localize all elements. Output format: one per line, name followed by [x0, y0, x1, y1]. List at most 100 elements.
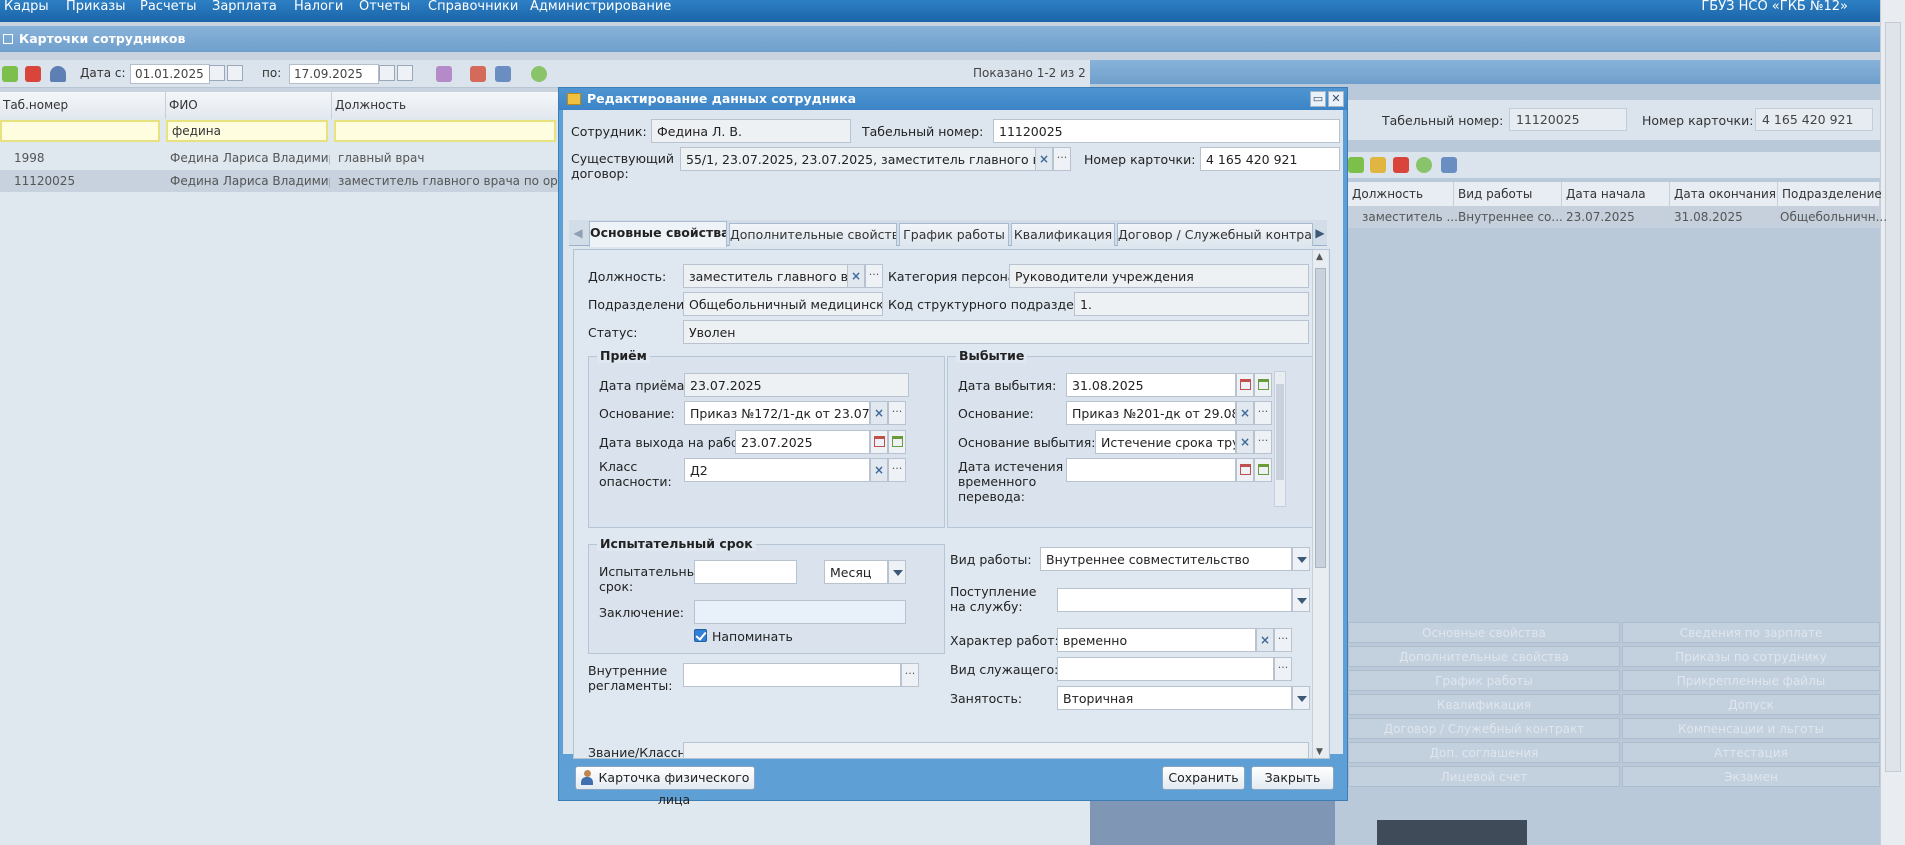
filter-tab-number[interactable] — [0, 120, 160, 142]
regulations-field[interactable] — [683, 663, 901, 687]
transfer-end-field[interactable] — [1066, 458, 1236, 482]
chevron-down-icon[interactable] — [1292, 547, 1310, 571]
hire-basis-field[interactable]: Приказ №172/1-дк от 23.07.2 — [684, 401, 870, 425]
clear-work-nature-icon[interactable]: × — [1256, 628, 1274, 652]
menu-item-salary[interactable]: Зарплата — [212, 0, 277, 14]
clear-position-icon[interactable]: × — [847, 264, 865, 288]
close-icon[interactable]: ✕ — [1328, 91, 1344, 107]
export-icon[interactable] — [495, 66, 511, 82]
leave-date-field[interactable]: 31.08.2025 — [1066, 373, 1236, 397]
conclusion-field[interactable] — [694, 600, 906, 624]
calendar-today-icon[interactable] — [397, 65, 413, 81]
calendar-today-icon[interactable] — [1254, 458, 1272, 482]
danger-class-field[interactable]: Д2 — [684, 458, 870, 482]
servant-type-select-button[interactable]: ··· — [1274, 657, 1292, 681]
scroll-up-icon[interactable]: ▲ — [1316, 252, 1323, 262]
person-card-button[interactable]: Карточка физического лица — [575, 766, 755, 807]
rp-tab-number-field[interactable]: 11120025 — [1509, 108, 1627, 131]
remind-checkbox[interactable] — [694, 629, 707, 642]
card-number-field[interactable]: 4 165 420 921 — [1200, 147, 1340, 171]
department-code-field[interactable]: 1. — [1074, 292, 1309, 316]
calendar-today-icon[interactable] — [1254, 373, 1272, 397]
hire-basis-select-button[interactable]: ··· — [888, 401, 906, 425]
rp-col-start[interactable]: Дата начала — [1562, 182, 1670, 206]
menu-item-taxes[interactable]: Налоги — [294, 0, 343, 14]
close-button[interactable]: Закрыть — [1251, 766, 1334, 790]
employment-select[interactable]: Вторичная — [1057, 686, 1292, 710]
date-from-field[interactable]: 01.01.2025 — [130, 64, 210, 84]
rp-col-end[interactable]: Дата окончания — [1670, 182, 1778, 206]
nav-compensations-button[interactable]: Компенсации и льготы — [1622, 718, 1880, 739]
delete-icon[interactable] — [1393, 157, 1409, 173]
export-icon[interactable] — [1441, 157, 1457, 173]
add-icon[interactable] — [2, 66, 18, 82]
menu-item-cadres[interactable]: Кадры — [4, 0, 49, 14]
column-header-fio[interactable]: ФИО — [166, 92, 332, 119]
rp-card-number-field[interactable]: 4 165 420 921 — [1755, 108, 1873, 131]
tab-contract[interactable]: Договор / Служебный контракт — [1117, 223, 1313, 246]
nav-contract-button[interactable]: Договор / Служебный контракт — [1348, 718, 1620, 739]
calendar-icon[interactable] — [379, 65, 395, 81]
column-header-position[interactable]: Должность — [332, 92, 560, 119]
calendar-icon[interactable] — [1236, 373, 1254, 397]
work-start-field[interactable]: 23.07.2025 — [735, 430, 870, 454]
rank-field[interactable] — [683, 742, 1309, 758]
nav-schedule-button[interactable]: График работы — [1348, 670, 1620, 691]
leave-reason-select-button[interactable]: ··· — [1254, 430, 1272, 454]
nav-additional-agreements-button[interactable]: Доп. соглашения — [1348, 742, 1620, 763]
work-type-select[interactable]: Внутреннее совместительство — [1040, 547, 1292, 571]
nav-access-button[interactable]: Допуск — [1622, 694, 1880, 715]
probation-period-field[interactable] — [694, 560, 797, 584]
filter-fio[interactable]: федина — [166, 120, 328, 142]
calendar-today-icon[interactable] — [888, 430, 906, 454]
menu-item-administration[interactable]: Администрирование — [530, 0, 671, 14]
position-select-button[interactable]: ··· — [865, 264, 883, 288]
scroll-down-icon[interactable]: ▼ — [1316, 747, 1323, 757]
position-field[interactable]: заместитель главного врача по — [683, 264, 849, 288]
menu-item-reports[interactable]: Отчеты — [359, 0, 410, 14]
table-row[interactable]: 1998 Федина Лариса Владимир... главный в… — [0, 147, 560, 169]
status-field[interactable]: Уволен — [683, 320, 1309, 344]
chevron-down-icon[interactable] — [888, 560, 906, 584]
nav-personal-account-button[interactable]: Лицевой счет — [1348, 766, 1620, 787]
refresh-icon[interactable] — [1416, 157, 1432, 173]
chevron-down-icon[interactable] — [1292, 686, 1310, 710]
rp-col-dept[interactable]: Подразделение — [1778, 182, 1882, 206]
content-scrollbar[interactable]: ▲ ▼ — [1312, 250, 1328, 758]
danger-class-select-button[interactable]: ··· — [888, 458, 906, 482]
leave-scrollbar[interactable] — [1274, 371, 1286, 507]
nav-main-properties-button[interactable]: Основные свойства — [1348, 622, 1620, 643]
rp-col-work-type[interactable]: Вид работы — [1454, 182, 1562, 206]
rp-col-position[interactable]: Должность — [1348, 182, 1454, 206]
chevron-down-icon[interactable] — [1292, 588, 1310, 612]
print-icon[interactable] — [436, 66, 452, 82]
nav-qualification-button[interactable]: Квалификация — [1348, 694, 1620, 715]
calendar-icon[interactable] — [209, 65, 225, 81]
contract-field[interactable]: 55/1, 23.07.2025, 23.07.2025, заместител… — [680, 147, 1053, 171]
leave-basis-field[interactable]: Приказ №201-дк от 29.08. — [1066, 401, 1236, 425]
work-nature-field[interactable]: временно — [1057, 628, 1256, 652]
maximize-icon[interactable]: ▭ — [1310, 91, 1326, 107]
nav-attestation-button[interactable]: Аттестация — [1622, 742, 1880, 763]
calendar-icon[interactable] — [870, 430, 888, 454]
employee-field[interactable]: Федина Л. В. — [651, 119, 851, 143]
service-entry-select[interactable] — [1057, 588, 1292, 612]
clear-danger-class-icon[interactable]: × — [870, 458, 888, 482]
menu-item-calculations[interactable]: Расчеты — [140, 0, 196, 14]
menu-item-orders[interactable]: Приказы — [66, 0, 125, 14]
delete-icon[interactable] — [25, 66, 41, 82]
edit-icon[interactable] — [1370, 157, 1386, 173]
nav-additional-properties-button[interactable]: Дополнительные свойства — [1348, 646, 1620, 667]
date-to-field[interactable]: 17.09.2025 — [289, 64, 379, 84]
clear-contract-icon[interactable]: × — [1035, 147, 1053, 171]
filter-position[interactable] — [334, 120, 556, 142]
clear-leave-reason-icon[interactable]: × — [1236, 430, 1254, 454]
nav-salary-info-button[interactable]: Сведения по зарплате — [1622, 622, 1880, 643]
add-icon[interactable] — [1348, 157, 1364, 173]
page-scrollbar[interactable] — [1880, 0, 1905, 845]
tab-main-properties[interactable]: Основные свойства — [589, 221, 727, 247]
tab-number-field[interactable]: 11120025 — [993, 119, 1340, 143]
calendar-icon[interactable] — [1236, 458, 1254, 482]
column-header-tab-number[interactable]: Таб.номер — [0, 92, 166, 119]
refresh-icon[interactable] — [531, 66, 547, 82]
